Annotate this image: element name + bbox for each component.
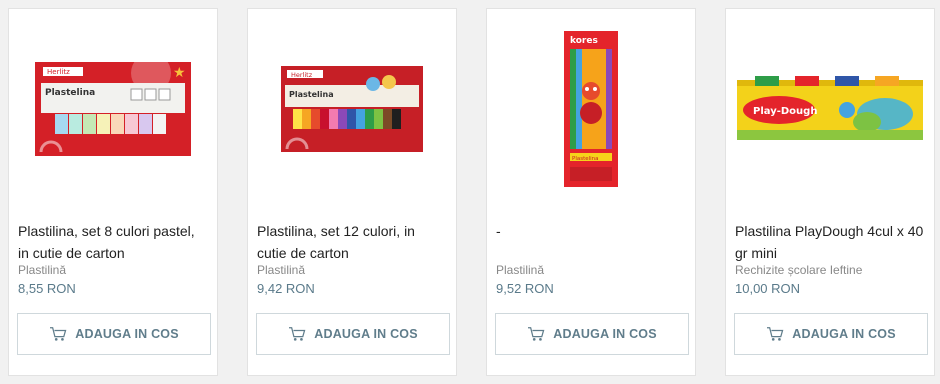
product-title[interactable]: Plastilina, set 12 culori, in cutie de c… (257, 220, 447, 264)
product-card[interactable]: Herlitz Plastelina Plastilina, set 12 cu… (247, 8, 457, 376)
product-category[interactable]: Rechizite școlare Ieftine (735, 263, 862, 277)
svg-text:Plastelina: Plastelina (572, 156, 599, 162)
add-to-cart-button[interactable]: ADAUGA IN COS (17, 313, 211, 355)
product-card[interactable]: kores Plastelina - Plastilină 9,52 RON A… (486, 8, 696, 376)
product-category[interactable]: Plastilină (18, 263, 66, 277)
svg-text:Plastelina: Plastelina (289, 90, 334, 99)
product-title[interactable]: Plastilina, set 8 culori pastel, in cuti… (18, 220, 208, 264)
product-card[interactable]: Play-Dough Plastilina PlayDough 4cul x 4… (725, 8, 935, 376)
add-to-cart-label: ADAUGA IN COS (553, 327, 657, 341)
svg-text:Plastelina: Plastelina (45, 88, 95, 98)
svg-text:★: ★ (173, 64, 186, 80)
cart-icon (767, 327, 784, 341)
product-category[interactable]: Plastilină (496, 263, 544, 277)
brand-text: Play-Dough (753, 106, 817, 117)
add-to-cart-button[interactable]: ADAUGA IN COS (495, 313, 689, 355)
add-to-cart-button[interactable]: ADAUGA IN COS (256, 313, 450, 355)
brand-text: Herlitz (291, 71, 313, 79)
product-price: 8,55 RON (18, 281, 76, 296)
add-to-cart-label: ADAUGA IN COS (792, 327, 896, 341)
cart-icon (289, 327, 306, 341)
add-to-cart-button[interactable]: ADAUGA IN COS (734, 313, 928, 355)
product-card[interactable]: Herlitz Plastelina ★ Plastilina, set 8 c… (8, 8, 218, 376)
brand-text: kores (570, 36, 598, 46)
product-image[interactable]: Herlitz Plastelina (248, 9, 456, 209)
product-price: 9,52 RON (496, 281, 554, 296)
add-to-cart-label: ADAUGA IN COS (75, 327, 179, 341)
product-price: 9,42 RON (257, 281, 315, 296)
product-image[interactable]: Play-Dough (726, 9, 934, 209)
product-price: 10,00 RON (735, 281, 801, 296)
product-image[interactable]: Herlitz Plastelina ★ (9, 9, 217, 209)
product-title[interactable]: Plastilina PlayDough 4cul x 40 gr mini (735, 220, 925, 264)
brand-text: Herlitz (47, 68, 70, 76)
cart-icon (50, 327, 67, 341)
product-image[interactable]: kores Plastelina (487, 9, 695, 209)
product-category[interactable]: Plastilină (257, 263, 305, 277)
cart-icon (528, 327, 545, 341)
add-to-cart-label: ADAUGA IN COS (314, 327, 418, 341)
product-title[interactable]: - (496, 220, 686, 242)
